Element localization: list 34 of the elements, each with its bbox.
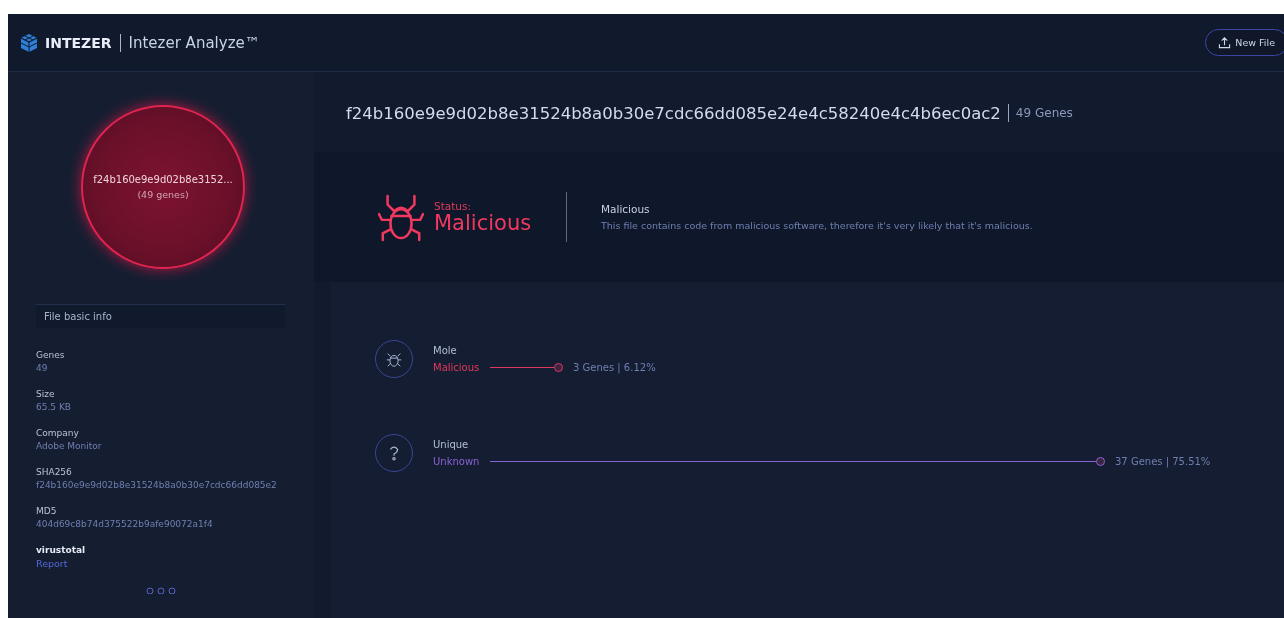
verdict-description: This file contains code from malicious software, therefore it's very likely that it's malicious. xyxy=(601,220,1033,231)
new-file-button[interactable]: New File xyxy=(1205,29,1284,56)
dots-icon xyxy=(146,586,176,594)
field-label: Size xyxy=(36,389,56,399)
upload-icon xyxy=(1218,36,1232,49)
field-label: virustotal xyxy=(36,545,87,555)
genes-count: 49 Genes xyxy=(1015,106,1073,120)
bug-icon xyxy=(378,192,424,242)
field-value: 65.5 KB xyxy=(36,402,71,412)
field-value: 404d69c8b74d375522b9afe90072a1f4 xyxy=(36,519,213,529)
field-value: 49 xyxy=(36,363,48,373)
field-value: Adobe Monitor xyxy=(36,441,102,451)
circle-genes: (49 genes) xyxy=(137,189,189,200)
status-label: Status: xyxy=(434,199,472,212)
family-name: Unique xyxy=(433,439,470,450)
family-type: Malicious xyxy=(433,362,481,373)
gene-reading: 3 Genes | 6.12% xyxy=(573,362,656,373)
field-label: SHA256 xyxy=(36,467,73,477)
verdict-title: Malicious xyxy=(601,203,651,215)
cube-logo-icon xyxy=(19,32,39,53)
section-title: File basic info xyxy=(36,304,285,328)
field-label: Genes xyxy=(36,350,66,360)
report-link[interactable]: Report xyxy=(36,558,68,569)
family-name: Mole xyxy=(433,345,458,356)
file-hash: f24b160e9e9d02b8e31524b8a0b30e7cdc66dd085e24e4c58240e4c4b6ec0ac2 xyxy=(346,103,1001,123)
product-name: Intezer Analyze™ xyxy=(128,33,260,52)
field-value: f24b160e9e9d02b8e31524b8a0b30e7cdc66dd085e2 xyxy=(36,480,277,490)
field-label: MD5 xyxy=(36,506,58,516)
gene-reading: 37 Genes | 75.51% xyxy=(1115,456,1211,467)
brand-name: INTEZER xyxy=(45,34,112,51)
field-label: Company xyxy=(36,428,80,438)
circle-hash: f24b160e9e9d02b8e3152... xyxy=(93,174,233,185)
status-value: Malicious xyxy=(434,211,533,234)
family-type: Unknown xyxy=(433,456,481,467)
